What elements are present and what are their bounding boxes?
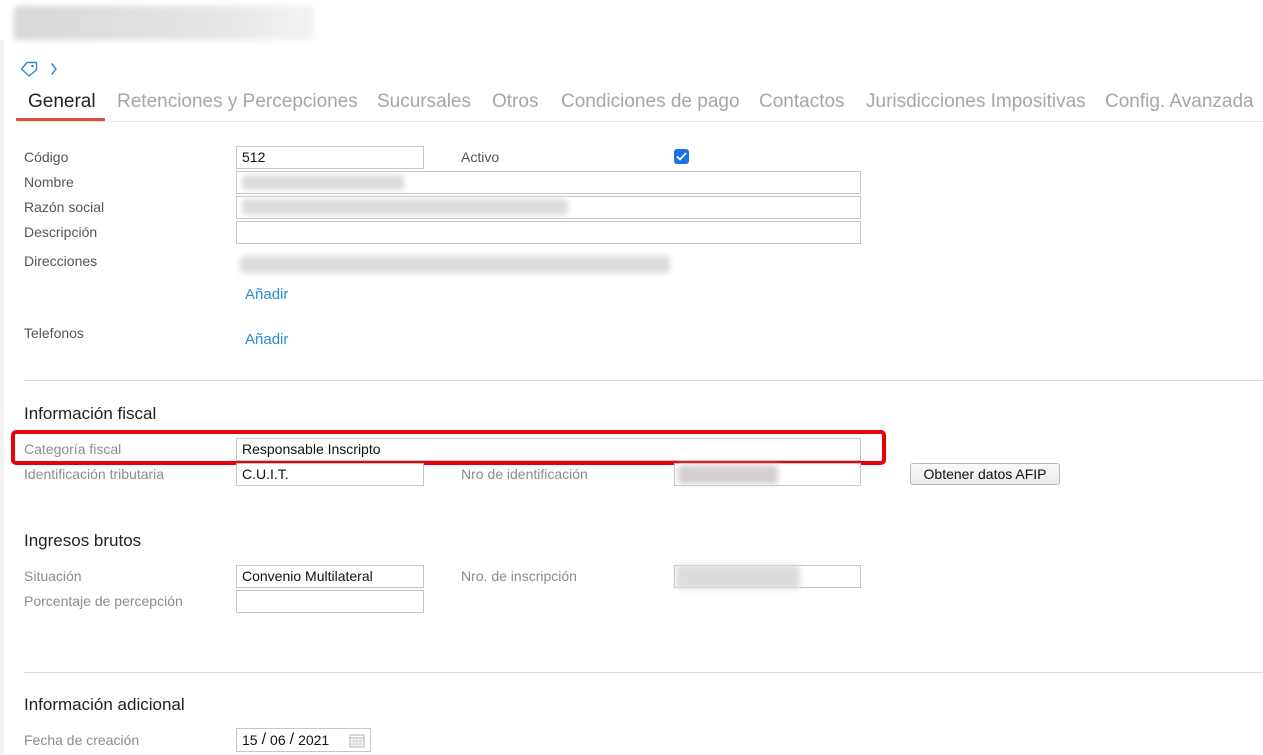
fecha-creacion-input[interactable]: 15 / 06 / 2021 (236, 728, 371, 752)
situacion-select[interactable]: Convenio Multilateral (236, 565, 424, 588)
section-divider (24, 380, 1263, 381)
date-month[interactable]: 06 (270, 732, 286, 748)
highlight-box (11, 430, 886, 465)
left-edge (0, 40, 4, 755)
date-day[interactable]: 15 (242, 732, 258, 748)
tab-general[interactable]: General (28, 91, 96, 113)
date-separator: / (261, 731, 267, 748)
percepcion-input[interactable] (236, 590, 424, 613)
tab-bar: General Retenciones y Percepciones Sucur… (16, 88, 1263, 122)
activo-checkbox[interactable] (674, 149, 689, 164)
redacted-nombre (242, 175, 404, 190)
tab-config-avanzada[interactable]: Config. Avanzada (1105, 91, 1254, 113)
razon-social-label: Razón social (24, 199, 105, 215)
codigo-label: Código (24, 149, 69, 165)
identificacion-label: Identificación tributaria (24, 466, 165, 482)
codigo-input[interactable]: 512 (236, 146, 424, 169)
activo-label: Activo (461, 149, 500, 165)
descripcion-label: Descripción (24, 224, 98, 240)
situacion-label: Situación (24, 568, 82, 584)
tab-sucursales[interactable]: Sucursales (377, 91, 471, 113)
breadcrumb (20, 60, 58, 78)
ingresos-section-title: Ingresos brutos (24, 531, 142, 550)
tab-otros[interactable]: Otros (492, 91, 538, 113)
identificacion-select[interactable]: C.U.I.T. (236, 463, 424, 486)
obtener-datos-afip-button[interactable]: Obtener datos AFIP (910, 463, 1060, 485)
tag-icon[interactable] (20, 61, 38, 77)
check-icon (676, 152, 687, 161)
nro-inscripcion-label: Nro. de inscripción (461, 568, 577, 584)
direcciones-label: Direcciones (24, 253, 98, 269)
redacted-nro-identificacion (678, 465, 778, 484)
redacted-nro-inscripcion (676, 565, 800, 589)
tab-jurisdicciones[interactable]: Jurisdicciones Impositivas (866, 91, 1086, 113)
active-tab-indicator (16, 118, 105, 121)
redacted-page-title (14, 6, 314, 40)
percepcion-label: Porcentaje de percepción (24, 593, 183, 609)
date-year[interactable]: 2021 (298, 732, 329, 748)
tab-contactos[interactable]: Contactos (759, 91, 845, 113)
nombre-label: Nombre (24, 174, 74, 190)
fecha-creacion-label: Fecha de creación (24, 732, 140, 748)
redacted-razon-social (242, 199, 568, 215)
tab-retenciones[interactable]: Retenciones y Percepciones (117, 91, 358, 113)
section-divider (24, 672, 1263, 673)
telefonos-label: Telefonos (24, 325, 84, 341)
adicional-section-title: Información adicional (24, 695, 185, 714)
redacted-direccion (240, 256, 670, 273)
add-direccion-link[interactable]: Añadir (245, 286, 288, 303)
calendar-icon[interactable] (349, 733, 365, 751)
add-telefono-link[interactable]: Añadir (245, 331, 288, 348)
fiscal-section-title: Información fiscal (24, 404, 157, 423)
nro-identificacion-label: Nro de identificación (461, 466, 588, 482)
chevron-right-icon (50, 62, 58, 76)
tab-condiciones-de-pago[interactable]: Condiciones de pago (561, 91, 740, 113)
descripcion-input[interactable] (236, 221, 861, 244)
date-separator: / (289, 731, 295, 748)
